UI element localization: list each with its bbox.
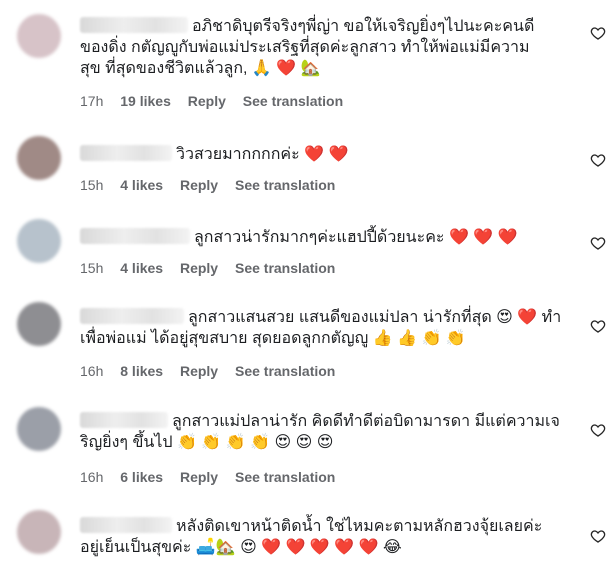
reply-button[interactable]: Reply: [180, 260, 218, 276]
comment-line: เพื่อพ่อแม่ ได้อยู่สุขสบาย สุดยอดลูกกตัญ…: [80, 330, 466, 347]
avatar[interactable]: [17, 219, 61, 263]
likes-count[interactable]: 6 likes: [120, 469, 163, 485]
comment-meta: 15h 4 likes Reply See translation: [80, 177, 348, 193]
comments-list: อภิชาดิบุตรีจริงๆพี่ญ่า ขอให้เจริญยิ่งๆไ…: [0, 0, 616, 568]
likes-count[interactable]: 4 likes: [120, 260, 163, 276]
reply-button[interactable]: Reply: [180, 177, 218, 193]
comment-line: สุข ที่สุดของชีวิตแล้วลูก, 🙏 ❤️ 🏡: [80, 60, 321, 77]
avatar[interactable]: [17, 136, 61, 180]
like-heart-icon[interactable]: [590, 422, 606, 438]
see-translation-button[interactable]: See translation: [243, 93, 343, 109]
comment-line: ของดิ่ง กตัญญูกับพ่อแม่ประเสริฐที่สุดค่ะ…: [80, 39, 530, 56]
reply-button[interactable]: Reply: [188, 93, 226, 109]
comment-meta: 17h 19 likes Reply See translation: [80, 93, 356, 109]
likes-count[interactable]: 4 likes: [120, 177, 163, 193]
username-blurred[interactable]: [80, 308, 184, 324]
comment-text: อภิชาดิบุตรีจริงๆพี่ญ่า ขอให้เจริญยิ่งๆไ…: [80, 16, 570, 79]
timestamp: 16h: [80, 469, 104, 485]
avatar[interactable]: [17, 407, 61, 451]
comment-text: ลูกสาวแม่ปลาน่ารัก คิดดีทำดีต่อบิดามารดา…: [80, 411, 570, 453]
see-translation-button[interactable]: See translation: [235, 260, 335, 276]
username-blurred[interactable]: [80, 517, 172, 533]
comment-text: วิวสวยมากกกกค่ะ ❤️ ❤️: [80, 144, 570, 165]
see-translation-button[interactable]: See translation: [235, 177, 335, 193]
avatar[interactable]: [17, 510, 61, 554]
comment-text: ลูกสาวแสนสวย แสนดีของแม่ปลา น่ารักที่สุด…: [80, 307, 570, 349]
username-blurred[interactable]: [80, 412, 168, 428]
comment-line: ลูกสาวแม่ปลาน่ารัก คิดดีทำดีต่อบิดามารดา…: [172, 413, 560, 430]
avatar[interactable]: [17, 302, 61, 346]
comment-meta: 16h 6 likes Reply See translation: [80, 469, 348, 485]
like-heart-icon[interactable]: [590, 25, 606, 41]
like-heart-icon[interactable]: [590, 235, 606, 251]
username-blurred[interactable]: [80, 17, 188, 33]
reply-button[interactable]: Reply: [180, 469, 218, 485]
comment-line: อภิชาดิบุตรีจริงๆพี่ญ่า ขอให้เจริญยิ่งๆไ…: [192, 18, 535, 35]
comment-line: วิวสวยมากกกกค่ะ ❤️ ❤️: [176, 146, 349, 163]
reply-button[interactable]: Reply: [180, 363, 218, 379]
likes-count[interactable]: 19 likes: [120, 93, 171, 109]
username-blurred[interactable]: [80, 145, 172, 161]
timestamp: 16h: [80, 363, 104, 379]
comment-meta: 16h 8 likes Reply See translation: [80, 363, 348, 379]
like-heart-icon[interactable]: [590, 152, 606, 168]
comment-line: อยู่เย็นเป็นสุขค่ะ 🛋️🏡 😍 ❤️ ❤️ ❤️ ❤️ ❤️ …: [80, 539, 402, 556]
likes-count[interactable]: 8 likes: [120, 363, 163, 379]
comment-text: หลังติดเขาหน้าติดน้ำ ใช่ไหมคะตามหลักฮวงจ…: [80, 516, 570, 558]
avatar[interactable]: [17, 14, 61, 58]
like-heart-icon[interactable]: [590, 528, 606, 544]
comment-line: หลังติดเขาหน้าติดน้ำ ใช่ไหมคะตามหลักฮวงจ…: [176, 518, 543, 535]
like-heart-icon[interactable]: [590, 318, 606, 334]
timestamp: 17h: [80, 93, 104, 109]
comment-meta: 15h 4 likes Reply See translation: [80, 260, 348, 276]
timestamp: 15h: [80, 260, 104, 276]
username-blurred[interactable]: [80, 228, 190, 244]
comment-text: ลูกสาวน่ารักมากๆค่ะแฮปปี้ด้วยนะคะ ❤️ ❤️ …: [80, 227, 570, 248]
see-translation-button[interactable]: See translation: [235, 469, 335, 485]
timestamp: 15h: [80, 177, 104, 193]
comment-line: ลูกสาวแสนสวย แสนดีของแม่ปลา น่ารักที่สุด…: [188, 309, 562, 326]
comment-line: ริญยิ่งๆ ขึ้นไป 👏 👏 👏 👏 😍 😍 😍: [80, 434, 334, 451]
see-translation-button[interactable]: See translation: [235, 363, 335, 379]
comment-line: ลูกสาวน่ารักมากๆค่ะแฮปปี้ด้วยนะคะ ❤️ ❤️ …: [194, 229, 518, 246]
